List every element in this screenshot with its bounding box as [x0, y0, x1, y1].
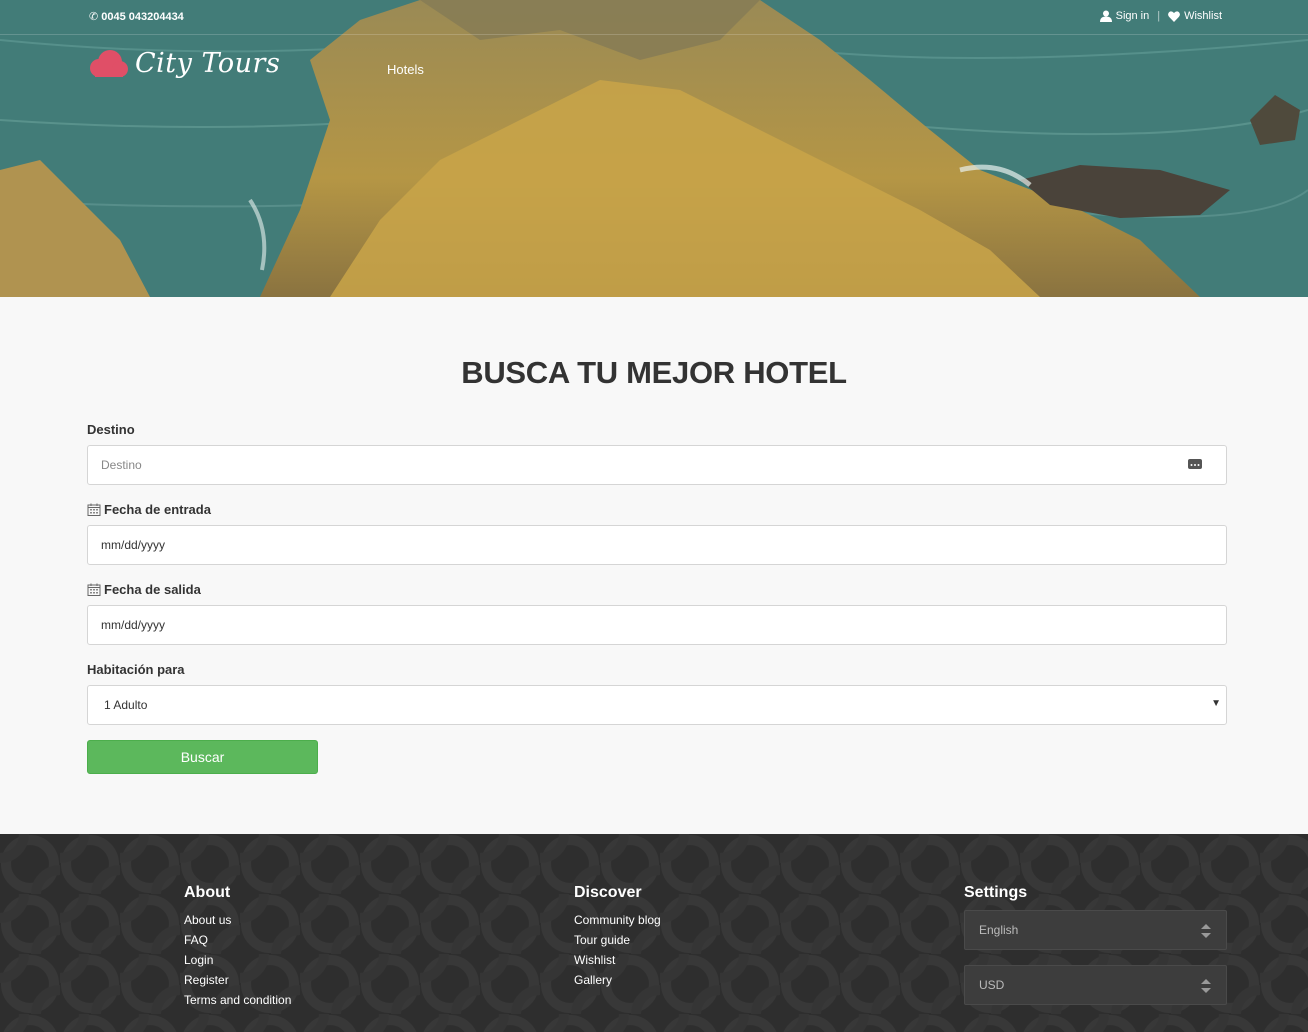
room-label: Habitación para — [87, 662, 185, 677]
top-bar: ✆ 0045 043204434 Sign in | Wishlist — [0, 0, 1308, 35]
room-selected-value: 1 Adulto — [104, 698, 148, 712]
destination-input[interactable]: Destino — [87, 445, 1227, 485]
checkout-label: Fecha de salida — [87, 582, 201, 597]
currency-value: USD — [979, 978, 1005, 992]
site-logo[interactable]: City Tours — [87, 48, 280, 79]
checkout-label-text: Fecha de salida — [104, 582, 201, 597]
footer-link-terms[interactable]: Terms and condition — [184, 990, 291, 1010]
calendar-icon — [87, 583, 101, 596]
footer-settings: Settings English USD — [964, 884, 1227, 1020]
sign-in-link[interactable]: Sign in — [1099, 10, 1150, 22]
caret-down-icon: ▼ — [1211, 698, 1221, 709]
footer-link-login[interactable]: Login — [184, 950, 291, 970]
footer-link-tour-guide[interactable]: Tour guide — [574, 930, 661, 950]
footer-link-register[interactable]: Register — [184, 970, 291, 990]
phone-number: 0045 043204434 — [101, 10, 184, 23]
footer-about: About About us FAQ Login Register Terms … — [184, 884, 291, 1010]
hero-banner: ✆ 0045 043204434 Sign in | Wishlist City… — [0, 0, 1308, 297]
user-icon — [1099, 10, 1112, 22]
page-title: BUSCA TU MEJOR HOTEL — [461, 355, 847, 390]
cloud-logo-icon — [90, 49, 128, 77]
checkout-date-value: mm/dd/yyyy — [101, 618, 166, 632]
checkin-date-input[interactable]: mm/dd/yyyy — [87, 525, 1227, 565]
phone-icon: ✆ — [89, 11, 99, 23]
footer-link-community-blog[interactable]: Community blog — [574, 910, 661, 930]
checkout-date-input[interactable]: mm/dd/yyyy — [87, 605, 1227, 645]
room-label-text: Habitación para — [87, 662, 185, 677]
footer-link-about-us[interactable]: About us — [184, 910, 291, 930]
footer-link-gallery[interactable]: Gallery — [574, 970, 661, 990]
wishlist-link[interactable]: Wishlist — [1168, 10, 1222, 22]
about-links: About us FAQ Login Register Terms and co… — [184, 910, 291, 1010]
sort-arrows-icon — [1201, 924, 1211, 938]
wishlist-label: Wishlist — [1184, 10, 1222, 22]
about-heading: About — [184, 884, 231, 901]
more-icon[interactable] — [1188, 457, 1202, 471]
discover-heading: Discover — [574, 884, 642, 901]
heart-icon — [1168, 10, 1181, 22]
language-select[interactable]: English — [964, 910, 1227, 950]
destination-label-text: Destino — [87, 422, 135, 437]
language-value: English — [979, 923, 1019, 937]
brand-name: City Tours — [135, 48, 281, 79]
checkin-label: Fecha de entrada — [87, 502, 211, 517]
footer: About About us FAQ Login Register Terms … — [0, 834, 1308, 1032]
destination-label: Destino — [87, 422, 135, 437]
sort-arrows-icon — [1201, 979, 1211, 993]
phone-contact[interactable]: ✆ 0045 043204434 — [89, 10, 184, 24]
destination-placeholder: Destino — [101, 458, 142, 472]
coastline-photo — [0, 0, 1308, 297]
discover-links: Community blog Tour guide Wishlist Galle… — [574, 910, 661, 990]
checkin-date-value: mm/dd/yyyy — [101, 538, 166, 552]
nav-hotels[interactable]: Hotels — [387, 62, 424, 77]
account-links: Sign in | Wishlist — [1099, 10, 1222, 22]
room-select[interactable]: 1 Adulto ▼ — [87, 685, 1227, 725]
search-button[interactable]: Buscar — [87, 740, 318, 774]
sign-in-label: Sign in — [1115, 10, 1150, 22]
calendar-icon — [87, 503, 101, 516]
divider: | — [1157, 10, 1161, 22]
currency-select[interactable]: USD — [964, 965, 1227, 1005]
footer-link-wishlist[interactable]: Wishlist — [574, 950, 661, 970]
settings-heading: Settings — [964, 884, 1028, 901]
checkin-label-text: Fecha de entrada — [104, 502, 211, 517]
footer-discover: Discover Community blog Tour guide Wishl… — [574, 884, 661, 990]
footer-link-faq[interactable]: FAQ — [184, 930, 291, 950]
